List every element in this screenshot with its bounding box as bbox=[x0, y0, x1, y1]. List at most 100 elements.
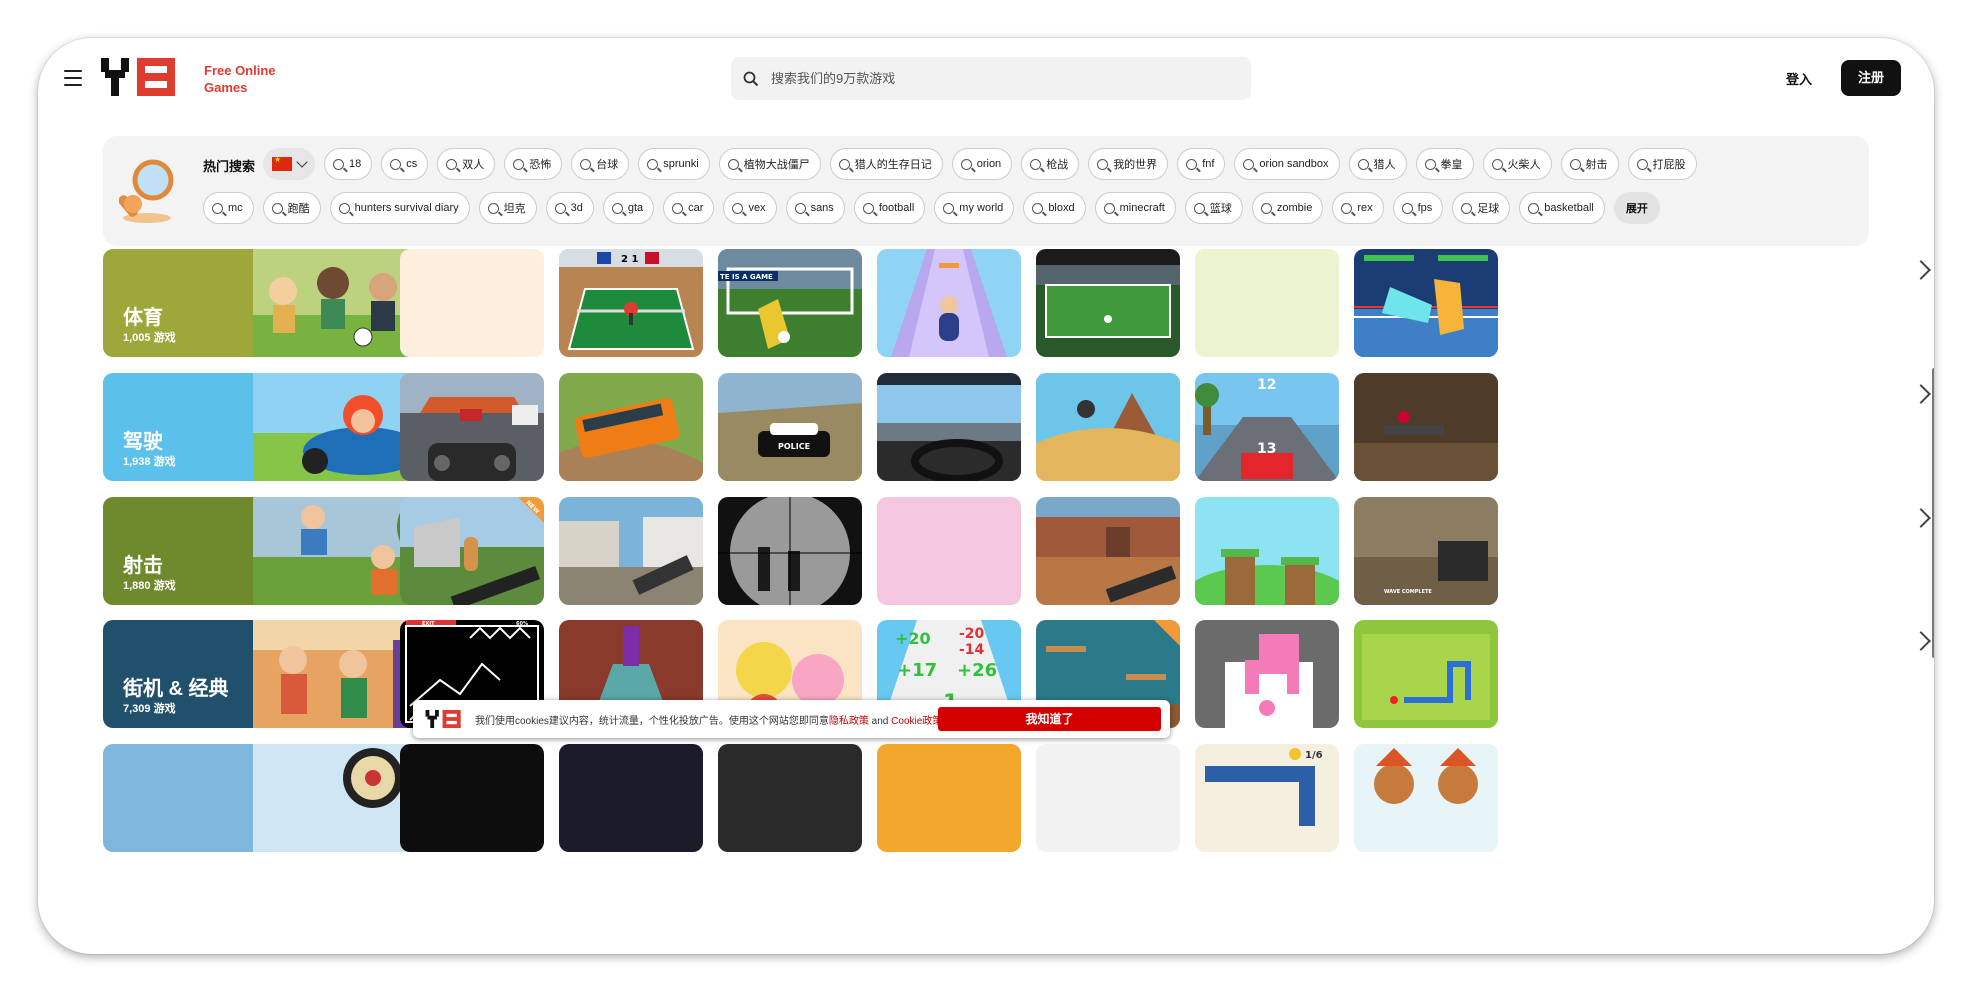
hot-search-tag[interactable]: 枪战 bbox=[1021, 148, 1080, 180]
search-icon bbox=[554, 202, 566, 214]
hot-search-tag[interactable]: 篮球 bbox=[1184, 192, 1243, 224]
hot-search-tag[interactable]: orion bbox=[951, 148, 1013, 180]
hot-search-tag[interactable]: sprunki bbox=[638, 148, 710, 180]
search-icon bbox=[1569, 158, 1581, 170]
register-button[interactable]: 注册 bbox=[1841, 60, 1901, 96]
hot-search-tag[interactable]: 双人 bbox=[437, 148, 496, 180]
search-icon bbox=[1260, 202, 1272, 214]
hot-search-tag[interactable]: 植物大战僵尸 bbox=[718, 148, 821, 180]
game-thumbnail-bus[interactable] bbox=[559, 373, 703, 481]
game-thumbnail-wave[interactable]: WAVE COMPLETE bbox=[1354, 497, 1498, 605]
game-thumbnail-moto-traffic[interactable] bbox=[400, 373, 544, 481]
search-icon bbox=[960, 158, 972, 170]
hot-search-tag[interactable]: 台球 bbox=[571, 148, 630, 180]
y8-logo bbox=[425, 710, 461, 728]
login-link[interactable]: 登入 bbox=[1786, 69, 1812, 88]
hot-search-tag[interactable]: 我的世界 bbox=[1088, 148, 1169, 180]
magnifier-illustration-icon bbox=[119, 159, 174, 223]
hot-search-tag[interactable]: 恐怖 bbox=[504, 148, 563, 180]
hot-search-tag[interactable]: football bbox=[853, 192, 926, 224]
hot-search-tag[interactable]: sans bbox=[785, 192, 845, 224]
game-thumbnail-stickman[interactable] bbox=[1195, 497, 1339, 605]
cookie-accept-button[interactable]: 我知道了 bbox=[938, 707, 1161, 731]
hot-search-tag[interactable]: 跑酷 bbox=[262, 192, 321, 224]
game-thumbnail-moto-hill[interactable] bbox=[1036, 373, 1180, 481]
game-thumbnail-desert-fps[interactable] bbox=[1036, 497, 1180, 605]
game-thumbnail-snake[interactable] bbox=[1354, 620, 1498, 728]
y8-logo[interactable] bbox=[101, 58, 183, 96]
game-thumbnail-table-tennis[interactable]: 2 1 bbox=[559, 249, 703, 357]
game-thumbnail[interactable] bbox=[877, 744, 1021, 852]
game-thumbnail[interactable] bbox=[1195, 249, 1339, 357]
hot-search-tag[interactable]: 坦克 bbox=[478, 192, 537, 224]
language-selector[interactable] bbox=[263, 148, 315, 180]
hot-search-tag[interactable]: fps bbox=[1392, 192, 1444, 224]
game-thumbnail[interactable] bbox=[400, 249, 544, 357]
game-thumbnail-gingerbread[interactable] bbox=[1354, 744, 1498, 852]
game-thumbnail-racer[interactable]: 13 12 bbox=[1195, 373, 1339, 481]
search-icon bbox=[838, 158, 850, 170]
game-thumbnail-fps-town[interactable] bbox=[559, 497, 703, 605]
game-thumbnail-cave-moto[interactable] bbox=[1354, 373, 1498, 481]
logo-tagline[interactable]: Free Online Games bbox=[204, 62, 276, 96]
hot-search-tag-label: 我的世界 bbox=[1113, 159, 1158, 171]
hot-search-tag[interactable]: orion sandbox bbox=[1234, 148, 1340, 180]
police-label: POLICE bbox=[778, 442, 810, 451]
hot-searches-title: 热门搜索 bbox=[203, 159, 256, 174]
hot-search-tag[interactable]: 18 bbox=[324, 148, 373, 180]
hot-search-tag[interactable]: mc bbox=[203, 192, 254, 224]
search-icon bbox=[743, 71, 759, 86]
hot-search-tag-label: 猎人的生存日记 bbox=[854, 159, 932, 171]
logo-tagline-line1: Free Online bbox=[204, 63, 276, 78]
row-next-arrow-icon[interactable] bbox=[1911, 508, 1931, 528]
game-thumbnail-goalkeeper[interactable] bbox=[1036, 249, 1180, 357]
hot-search-tag[interactable]: 猎人 bbox=[1348, 148, 1407, 180]
row-next-arrow-icon[interactable] bbox=[1911, 260, 1931, 280]
hot-search-tag[interactable]: 猎人的生存日记 bbox=[829, 148, 943, 180]
game-thumbnail-runner[interactable] bbox=[877, 249, 1021, 357]
hot-search-tag[interactable]: fnf bbox=[1177, 148, 1226, 180]
game-thumbnail-car-interior[interactable] bbox=[877, 373, 1021, 481]
hot-search-tag[interactable]: 打屁股 bbox=[1627, 148, 1697, 180]
game-thumbnail-boxing[interactable] bbox=[1354, 249, 1498, 357]
menu-icon[interactable] bbox=[64, 70, 82, 86]
hot-search-tag[interactable]: basketball bbox=[1519, 192, 1605, 224]
hot-search-tag-label: basketball bbox=[1544, 202, 1594, 214]
search-bar[interactable] bbox=[731, 57, 1251, 100]
search-icon bbox=[390, 158, 402, 170]
hot-search-tag[interactable]: 火柴人 bbox=[1482, 148, 1552, 180]
search-icon bbox=[1424, 158, 1436, 170]
game-thumbnail[interactable] bbox=[400, 744, 544, 852]
game-thumbnail[interactable] bbox=[718, 744, 862, 852]
game-thumbnail-pink-maze[interactable] bbox=[1195, 620, 1339, 728]
hot-search-tag[interactable]: hunters survival diary bbox=[329, 192, 470, 224]
privacy-policy-link[interactable]: 隐私政策 bbox=[829, 716, 869, 727]
hot-search-tag[interactable]: gta bbox=[602, 192, 655, 224]
hot-search-tag[interactable]: 足球 bbox=[1452, 192, 1511, 224]
game-thumbnail-fps-yard[interactable]: NEW bbox=[400, 497, 544, 605]
scrollbar[interactable] bbox=[1932, 368, 1934, 658]
hot-search-tag[interactable]: 3d bbox=[545, 192, 594, 224]
game-thumbnail[interactable] bbox=[559, 744, 703, 852]
row-next-arrow-icon[interactable] bbox=[1911, 631, 1931, 651]
hot-search-tag[interactable]: zombie bbox=[1251, 192, 1324, 224]
game-thumbnail-penalty[interactable]: TE IS A GAME bbox=[718, 249, 862, 357]
expand-button[interactable]: 展开 bbox=[1613, 192, 1660, 224]
search-input[interactable] bbox=[771, 71, 1231, 86]
game-thumbnail[interactable] bbox=[877, 497, 1021, 605]
hot-search-tag[interactable]: bloxd bbox=[1023, 192, 1086, 224]
hot-search-tag[interactable]: cs bbox=[381, 148, 429, 180]
game-thumbnail-sniper[interactable] bbox=[718, 497, 862, 605]
hot-search-tag[interactable]: my world bbox=[934, 192, 1015, 224]
hot-search-tag[interactable]: car bbox=[663, 192, 715, 224]
game-thumbnail[interactable] bbox=[1036, 744, 1180, 852]
hot-search-tag[interactable]: rex bbox=[1332, 192, 1384, 224]
hot-search-tag[interactable]: vex bbox=[723, 192, 777, 224]
game-thumbnail-police[interactable]: POLICE bbox=[718, 373, 862, 481]
row-next-arrow-icon[interactable] bbox=[1911, 384, 1931, 404]
hot-search-tag[interactable]: 拳皇 bbox=[1415, 148, 1474, 180]
hot-search-tag[interactable]: 射击 bbox=[1560, 148, 1619, 180]
hot-search-tag[interactable]: minecraft bbox=[1094, 192, 1176, 224]
game-thumbnail-level[interactable]: 1/6 bbox=[1195, 744, 1339, 852]
cookie-policy-link[interactable]: Cookie政策 bbox=[891, 716, 942, 727]
